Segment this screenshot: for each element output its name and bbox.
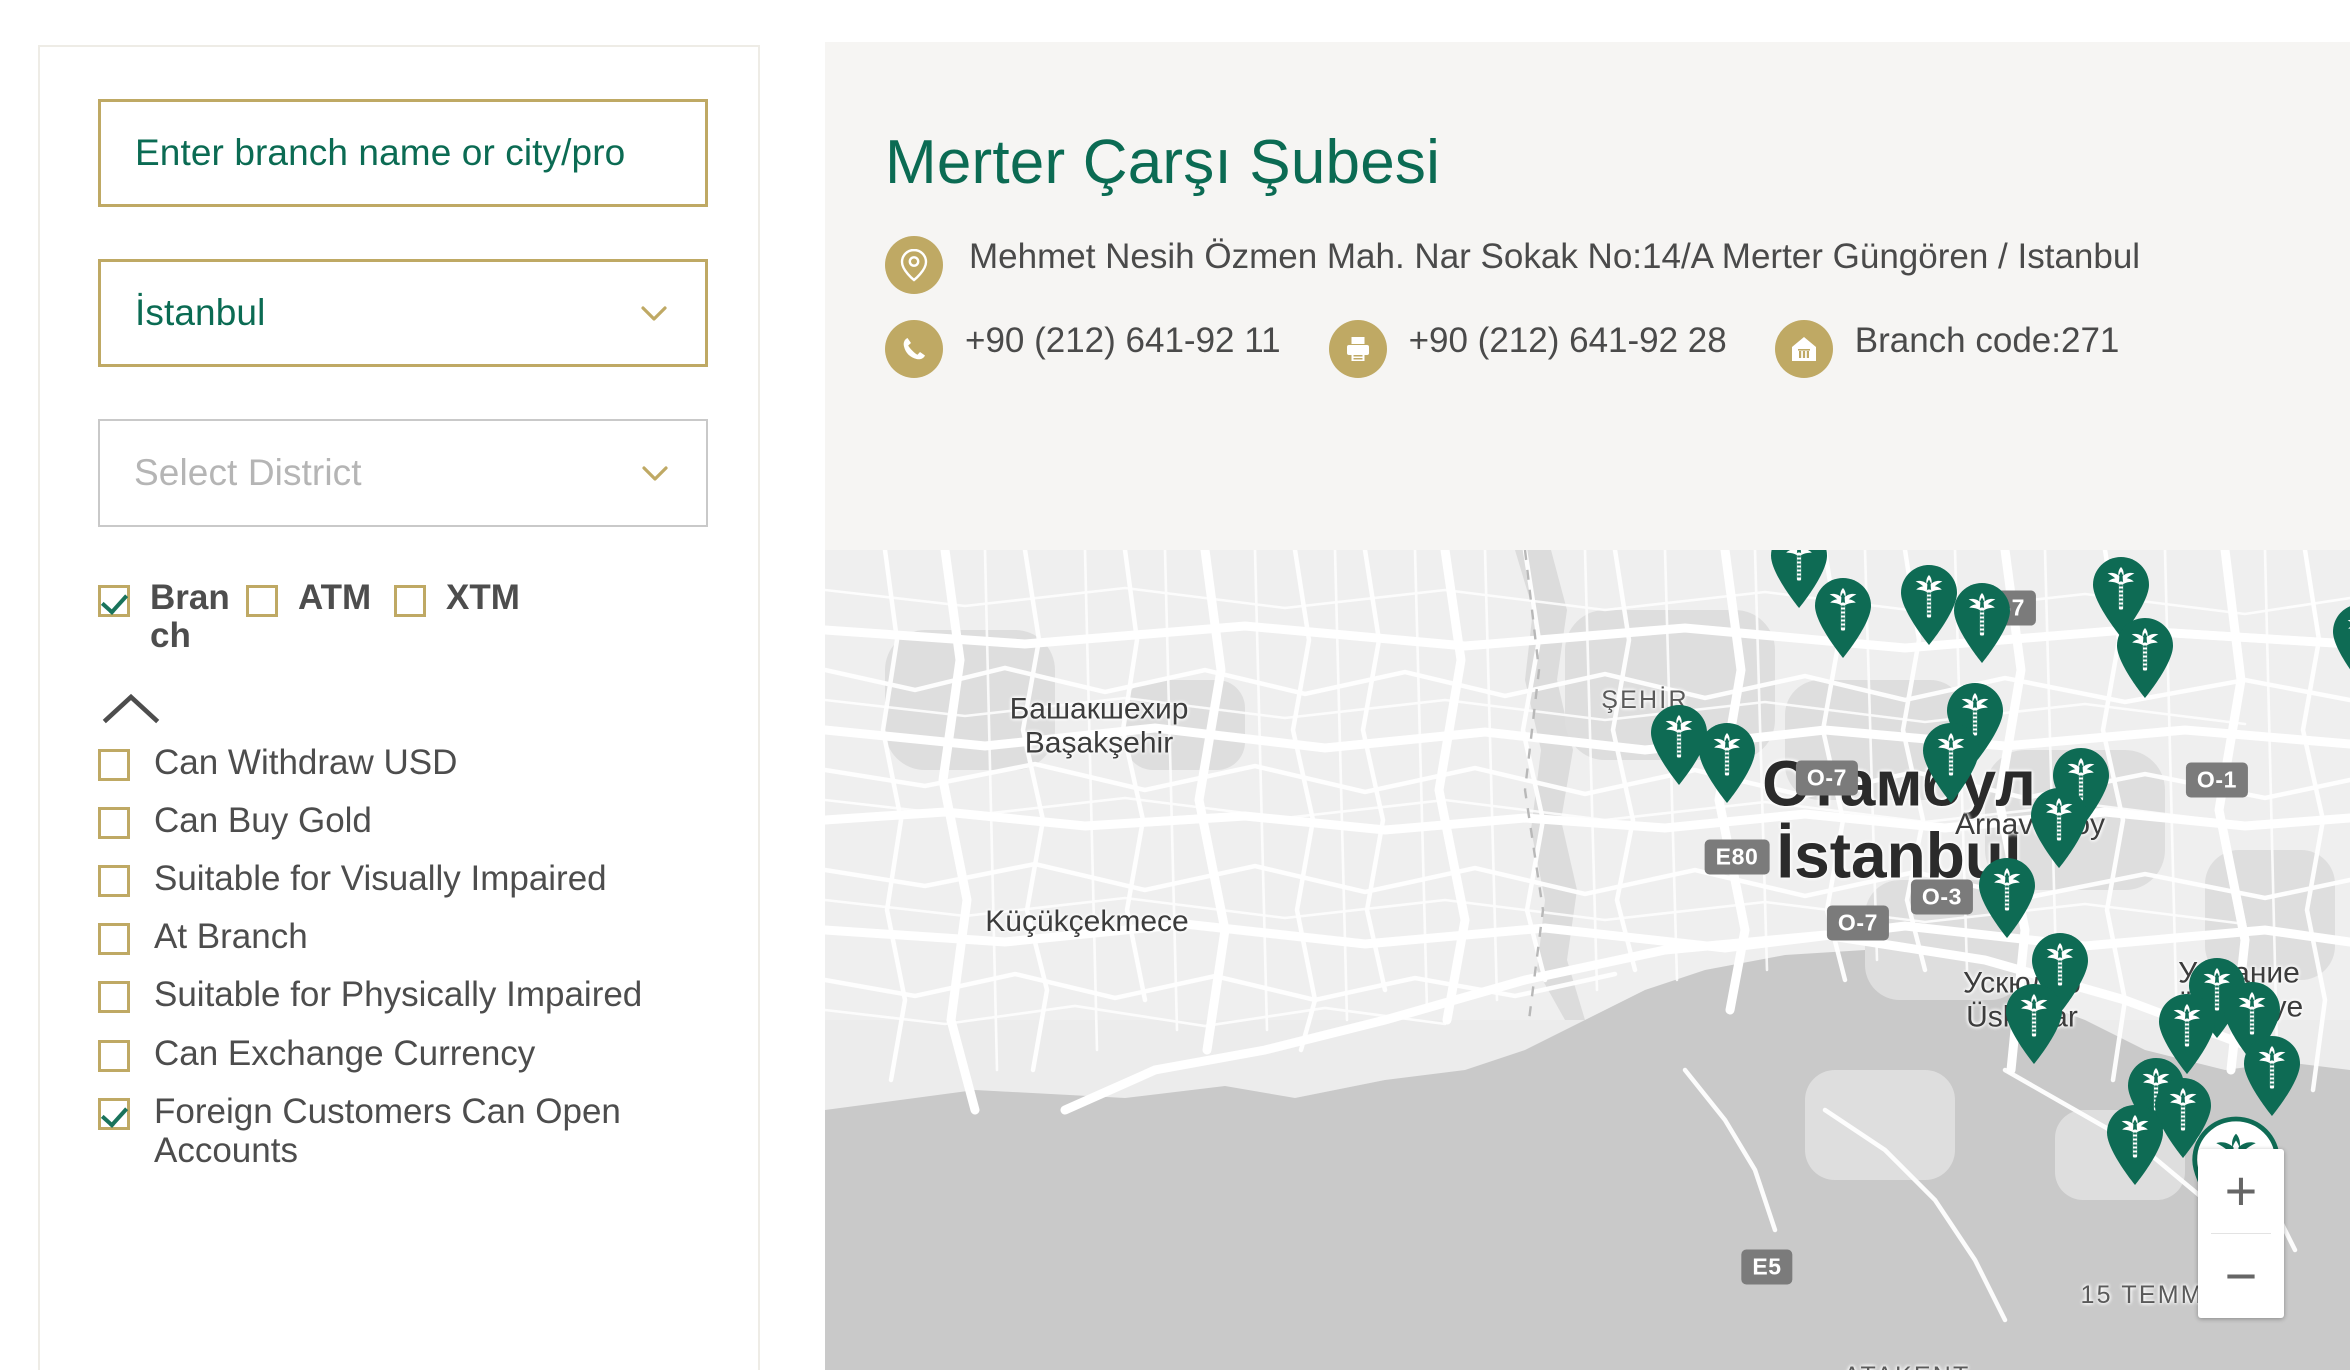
map-branch-pin[interactable]	[2003, 982, 2065, 1066]
phone-icon	[885, 320, 943, 378]
branch-fax: +90 (212) 641-92 28	[1408, 321, 1727, 360]
chevron-down-icon	[640, 458, 670, 488]
branch-detail-and-map: Merter Çarşı Şubesi Mehmet Nesih Özmen M…	[825, 42, 2350, 1370]
branch-code-item: Branch code:271	[1774, 318, 2120, 378]
type-filter-xtm[interactable]: XTM	[394, 579, 542, 655]
type-filter-label: XTM	[446, 578, 520, 617]
feature-filter-label: Foreign Customers Can Open Accounts	[154, 1091, 621, 1170]
checkbox-branch[interactable]	[98, 585, 130, 617]
printer-icon	[1328, 320, 1387, 378]
feature-filter-item[interactable]: Can Buy Gold	[98, 801, 700, 840]
type-filter-atm[interactable]: ATM	[246, 579, 394, 655]
checkbox-atm[interactable]	[246, 585, 278, 617]
feature-filter-label: Can Withdraw USD	[154, 742, 458, 782]
filter-panel: Enter branch name or city/pro İstanbul S…	[38, 45, 760, 1370]
checkbox-visually-impaired[interactable]	[98, 864, 130, 897]
branch-title: Merter Çarşı Şubesi	[885, 128, 1441, 197]
feature-filter-label: Suitable for Physically Impaired	[154, 975, 643, 1015]
feature-filter-item[interactable]: At Branch	[98, 917, 700, 956]
feature-filter-item[interactable]: Suitable for Physically Impaired	[98, 975, 700, 1014]
type-filter-label: Branch	[150, 578, 230, 655]
zoom-in-button[interactable]: +	[2198, 1149, 2284, 1233]
map-zoom-controls[interactable]: + −	[2198, 1149, 2284, 1318]
map-branch-pin[interactable]	[2114, 616, 2176, 700]
branch-locator-page: Enter branch name or city/pro İstanbul S…	[0, 0, 2350, 1370]
branch-map[interactable]: Стамбул İstanbul Башакшехир Başakşehir Arn…	[825, 550, 2350, 1370]
checkbox-can-withdraw-usd[interactable]	[98, 748, 130, 781]
checkbox-can-exchange-currency[interactable]	[98, 1039, 130, 1072]
branch-fax-item: +90 (212) 641-92 28	[1328, 318, 1727, 378]
branch-detail-header: Merter Çarşı Şubesi Mehmet Nesih Özmen M…	[825, 42, 2350, 550]
chevron-up-icon	[102, 691, 700, 725]
feature-filter-label: Suitable for Visually Impaired	[154, 858, 607, 898]
map-branch-pin[interactable]	[1812, 576, 1874, 660]
branch-phone-item[interactable]: +90 (212) 641-92 11	[885, 318, 1281, 378]
map-branch-pin[interactable]	[1951, 581, 2013, 665]
city-select[interactable]: İstanbul	[98, 259, 708, 367]
branch-search-placeholder: Enter branch name or city/pro	[135, 132, 626, 173]
location-type-filters: Branch ATM XTM	[98, 579, 700, 655]
location-pin-icon	[885, 236, 943, 294]
branch-search-input[interactable]: Enter branch name or city/pro	[98, 99, 708, 207]
checkbox-xtm[interactable]	[394, 585, 426, 617]
branch-contact-row: +90 (212) 641-92 11 +90 (212) 641-92 28	[885, 318, 2290, 378]
map-branch-pin[interactable]	[1696, 721, 1758, 805]
branch-phone: +90 (212) 641-92 11	[965, 321, 1281, 360]
zoom-out-button[interactable]: −	[2198, 1234, 2284, 1318]
branch-address-row: Mehmet Nesih Özmen Mah. Nar Sokak No:14/…	[885, 234, 2290, 294]
checkbox-foreign-customers-open-accounts[interactable]	[98, 1097, 130, 1130]
checkbox-physically-impaired[interactable]	[98, 981, 130, 1014]
collapse-filters-toggle[interactable]	[102, 691, 700, 725]
type-filter-label: ATM	[298, 578, 372, 617]
district-select-placeholder: Select District	[134, 452, 362, 493]
feature-filter-label: Can Exchange Currency	[154, 1033, 536, 1073]
feature-filter-item[interactable]: Can Withdraw USD	[98, 743, 700, 782]
feature-filter-item[interactable]: Foreign Customers Can Open Accounts	[98, 1092, 700, 1170]
feature-filter-label: At Branch	[154, 917, 308, 957]
checkbox-at-branch[interactable]	[98, 923, 130, 956]
chevron-down-icon	[639, 298, 669, 328]
branch-code: Branch code:271	[1854, 321, 2120, 360]
map-branch-pin[interactable]	[2104, 1103, 2166, 1187]
feature-filter-label: Can Buy Gold	[154, 800, 372, 840]
feature-filter-list: Can Withdraw USD Can Buy Gold Suitable f…	[98, 743, 700, 1171]
district-select[interactable]: Select District	[98, 419, 708, 527]
feature-filter-item[interactable]: Can Exchange Currency	[98, 1034, 700, 1073]
map-branch-pin[interactable]	[1920, 721, 1982, 805]
city-select-value: İstanbul	[135, 292, 266, 333]
type-filter-branch[interactable]: Branch	[98, 579, 246, 655]
map-branch-pin[interactable]	[2241, 1034, 2303, 1118]
feature-filter-item[interactable]: Suitable for Visually Impaired	[98, 859, 700, 898]
minus-icon: −	[2224, 1244, 2258, 1307]
branch-address: Mehmet Nesih Özmen Mah. Nar Sokak No:14/…	[969, 237, 2141, 276]
checkbox-can-buy-gold[interactable]	[98, 806, 130, 839]
map-branch-pin[interactable]	[2330, 602, 2350, 686]
plus-icon: +	[2224, 1159, 2258, 1222]
bank-building-icon	[1774, 320, 1833, 378]
map-branch-pin[interactable]	[1976, 856, 2038, 940]
